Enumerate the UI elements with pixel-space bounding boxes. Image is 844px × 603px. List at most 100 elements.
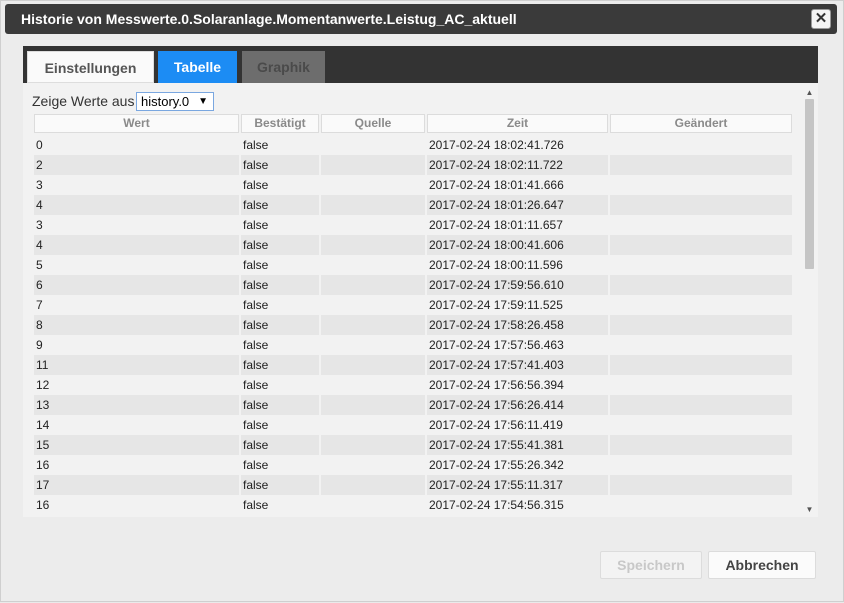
cell-geaendert <box>610 135 792 155</box>
cell-wert: 12 <box>36 378 50 392</box>
cell-wert: 17 <box>34 475 239 495</box>
cell-zeit: 2017-02-24 17:55:41.381 <box>427 435 608 455</box>
tab-graph[interactable]: Graphik <box>242 51 325 83</box>
scroll-down-icon[interactable]: ▼ <box>805 506 814 514</box>
cell-wert: 4 <box>34 235 239 255</box>
cell-geaendert <box>610 215 792 235</box>
cell-quelle <box>321 455 425 475</box>
table-row[interactable]: 0 false 2017-02-24 18:02:41.726 <box>23 135 803 155</box>
tab-bar: Einstellungen Tabelle Graphik <box>23 46 818 83</box>
cancel-button[interactable]: Abbrechen <box>708 551 816 579</box>
table-row[interactable]: 12 false 2017-02-24 17:56:56.394 <box>23 375 803 395</box>
cell-geaendert <box>610 415 792 435</box>
cell-zeit: 2017-02-24 18:00:41.606 <box>427 235 608 255</box>
column-header-zeit[interactable]: Zeit <box>427 114 608 133</box>
table-row[interactable]: 4 false 2017-02-24 18:00:41.606 <box>23 235 803 255</box>
column-header-geaendert[interactable]: Geändert <box>610 114 792 133</box>
cell-zeit: 2017-02-24 17:54:56.315 <box>429 498 564 512</box>
table-row[interactable]: 13 false 2017-02-24 17:56:26.414 <box>23 395 803 415</box>
cell-quelle <box>321 255 425 275</box>
cell-geaendert <box>610 315 792 335</box>
cell-bestaetigt: false <box>241 315 319 335</box>
table-row[interactable]: 16 false 2017-02-24 17:55:26.342 <box>23 455 803 475</box>
cell-wert: 16 <box>36 458 50 472</box>
cell-zeit: 2017-02-24 17:55:26.342 <box>429 458 564 472</box>
cell-bestaetigt: false <box>241 355 319 375</box>
cell-wert: 13 <box>34 395 239 415</box>
cell-zeit: 2017-02-24 18:02:11.722 <box>427 155 608 175</box>
table-row[interactable]: 2 false 2017-02-24 18:02:11.722 <box>23 155 803 175</box>
cell-bestaetigt: false <box>243 338 269 352</box>
table-row[interactable]: 8 false 2017-02-24 17:58:26.458 <box>23 315 803 335</box>
table-row[interactable]: 4 false 2017-02-24 18:01:26.647 <box>23 195 803 215</box>
table-row[interactable]: 11 false 2017-02-24 17:57:41.403 <box>23 355 803 375</box>
cell-zeit: 2017-02-24 17:57:56.463 <box>429 338 564 352</box>
table-row[interactable]: 17 false 2017-02-24 17:55:11.317 <box>23 475 803 495</box>
close-button[interactable]: ✕ <box>811 9 831 29</box>
cell-zeit: 2017-02-24 18:01:26.647 <box>427 195 608 215</box>
cell-zeit: 2017-02-24 17:55:11.317 <box>427 475 608 495</box>
table-row[interactable]: 6 false 2017-02-24 17:59:56.610 <box>23 275 803 295</box>
cell-bestaetigt: false <box>243 498 269 512</box>
cell-bestaetigt: false <box>243 418 269 432</box>
cell-bestaetigt: false <box>241 475 319 495</box>
cell-bestaetigt: false <box>243 378 269 392</box>
cell-quelle <box>321 495 425 515</box>
cell-bestaetigt: false <box>241 275 319 295</box>
cell-bestaetigt: false <box>243 178 269 192</box>
vertical-scrollbar[interactable]: ▲ ▼ <box>804 89 815 514</box>
cell-geaendert <box>610 455 792 475</box>
history-instance-select[interactable]: history.0 ▼ <box>136 92 214 111</box>
column-header-wert[interactable]: Wert <box>34 114 239 133</box>
cell-bestaetigt: false <box>241 435 319 455</box>
cell-zeit: 2017-02-24 18:01:41.666 <box>429 178 564 192</box>
cell-zeit: 2017-02-24 18:00:11.596 <box>429 258 563 272</box>
cell-bestaetigt: false <box>241 235 319 255</box>
cell-bestaetigt: false <box>241 155 319 175</box>
cell-geaendert <box>610 495 792 515</box>
cell-bestaetigt: false <box>243 298 269 312</box>
cell-zeit: 2017-02-24 17:59:56.610 <box>427 275 608 295</box>
cell-bestaetigt: false <box>241 395 319 415</box>
cell-quelle <box>321 295 425 315</box>
table-row[interactable]: 9 false 2017-02-24 17:57:56.463 <box>23 335 803 355</box>
cell-bestaetigt: false <box>243 458 269 472</box>
cell-quelle <box>321 215 425 235</box>
filter-label: Zeige Werte aus <box>32 93 135 109</box>
cell-quelle <box>321 135 425 155</box>
cell-quelle <box>321 335 425 355</box>
cell-wert: 4 <box>34 195 239 215</box>
table-row[interactable]: 3 false 2017-02-24 18:01:11.657 <box>23 215 803 235</box>
scroll-up-icon[interactable]: ▲ <box>805 89 814 97</box>
table-row[interactable]: 7 false 2017-02-24 17:59:11.525 <box>23 295 803 315</box>
cell-zeit: 2017-02-24 18:01:11.657 <box>429 218 563 232</box>
table-row[interactable]: 16 false 2017-02-24 17:54:56.315 <box>23 495 803 515</box>
cell-geaendert <box>610 235 792 255</box>
column-header-bestaetigt[interactable]: Bestätigt <box>241 114 319 133</box>
cell-quelle <box>321 235 425 255</box>
cell-bestaetigt: false <box>243 258 269 272</box>
cell-wert: 9 <box>36 338 43 352</box>
cell-zeit: 2017-02-24 17:59:11.525 <box>429 298 563 312</box>
tab-settings[interactable]: Einstellungen <box>27 51 154 83</box>
cell-zeit: 2017-02-24 17:56:11.419 <box>429 418 563 432</box>
cell-quelle <box>321 395 425 415</box>
cell-geaendert <box>610 355 792 375</box>
cell-geaendert <box>610 435 792 455</box>
cell-wert: 16 <box>36 498 50 512</box>
table-row[interactable]: 15 false 2017-02-24 17:55:41.381 <box>23 435 803 455</box>
cell-wert: 2 <box>34 155 239 175</box>
save-button[interactable]: Speichern <box>600 551 702 579</box>
scroll-thumb[interactable] <box>805 99 814 269</box>
table-row[interactable]: 14 false 2017-02-24 17:56:11.419 <box>23 415 803 435</box>
tab-table[interactable]: Tabelle <box>158 51 237 83</box>
column-header-quelle[interactable]: Quelle <box>321 114 425 133</box>
table-row[interactable]: 5 false 2017-02-24 18:00:11.596 <box>23 255 803 275</box>
cell-quelle <box>321 415 425 435</box>
table-row[interactable]: 3 false 2017-02-24 18:01:41.666 <box>23 175 803 195</box>
cell-bestaetigt: false <box>243 138 269 152</box>
cell-wert: 3 <box>36 178 43 192</box>
select-value: history.0 <box>141 94 190 109</box>
history-dialog: Historie von Messwerte.0.Solaranlage.Mom… <box>0 0 844 602</box>
cell-geaendert <box>610 195 792 215</box>
